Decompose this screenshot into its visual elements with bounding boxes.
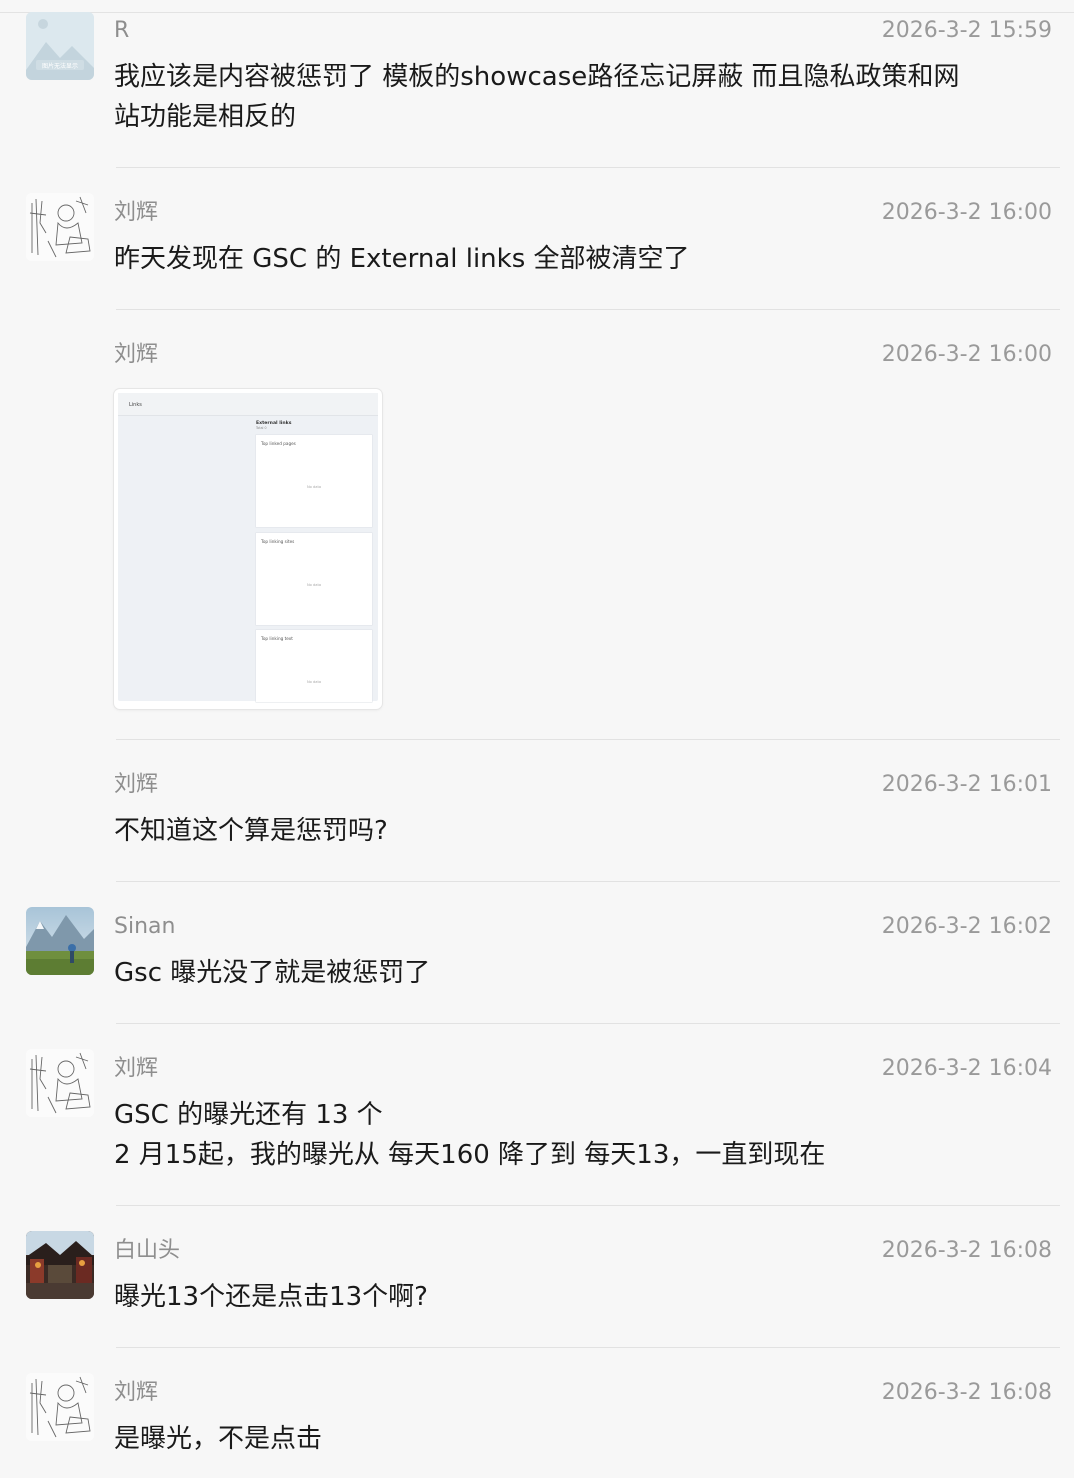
message-divider — [116, 167, 1060, 168]
avatar[interactable] — [26, 907, 94, 975]
message-divider — [116, 1347, 1060, 1348]
sender-name[interactable]: 刘辉 — [114, 199, 158, 227]
message-divider — [116, 881, 1060, 882]
avatar-caption: 图片无法显示 — [42, 62, 78, 70]
data-card: Top linked pages No data — [256, 435, 372, 527]
avatar[interactable] — [26, 193, 94, 261]
message-divider — [116, 739, 1060, 740]
message-text: 昨天发现在 GSC 的 External links 全部被清空了 — [114, 244, 690, 274]
timestamp: 2026-3-2 16:00 — [881, 200, 1052, 225]
message-text: Gsc 曝光没了就是被惩罚了 — [114, 958, 431, 988]
message-text: 我应该是内容被惩罚了 模板的showcase路径忘记屏蔽 而且隐私政策和网 站功… — [114, 62, 960, 132]
sketch-avatar-icon — [26, 1373, 94, 1441]
message-text: 曝光13个还是点击13个啊? — [114, 1282, 428, 1312]
timestamp: 2026-3-2 16:08 — [881, 1380, 1052, 1405]
message-divider — [116, 1023, 1060, 1024]
data-card: Top linking sites No data — [256, 533, 372, 625]
message-text: 是曝光，不是点击 — [114, 1424, 323, 1454]
sender-name[interactable]: 刘辉 — [114, 341, 158, 369]
screenshot-content: Links External links Total 0 Top linked … — [118, 393, 378, 702]
message-divider — [116, 1205, 1060, 1206]
avatar[interactable]: 图片无法显示 — [26, 12, 94, 80]
message-text: GSC 的曝光还有 13 个 2 月15起，我的曝光从 每天160 降了到 每天… — [114, 1100, 826, 1170]
timestamp: 2026-3-2 15:59 — [881, 18, 1052, 43]
sender-name[interactable]: 刘辉 — [114, 1379, 158, 1407]
top-divider — [0, 12, 1074, 13]
avatar[interactable] — [26, 1373, 94, 1441]
timestamp: 2026-3-2 16:00 — [881, 342, 1052, 367]
sketch-avatar-icon — [26, 193, 94, 261]
mountain-photo-icon — [26, 907, 94, 975]
timestamp: 2026-3-2 16:08 — [881, 1238, 1052, 1263]
avatar[interactable] — [26, 1231, 94, 1299]
screenshot-header: Links — [118, 393, 378, 416]
sender-name[interactable]: Sinan — [114, 913, 175, 941]
sender-name[interactable]: 刘辉 — [114, 771, 158, 799]
avatar[interactable] — [26, 1049, 94, 1117]
timestamp: 2026-3-2 16:02 — [881, 914, 1052, 939]
sender-name[interactable]: R — [114, 17, 129, 45]
external-links-heading: External links Total 0 — [256, 421, 292, 430]
sender-name[interactable]: 刘辉 — [114, 1055, 158, 1083]
timestamp: 2026-3-2 16:04 — [881, 1056, 1052, 1081]
sender-name[interactable]: 白山头 — [114, 1237, 180, 1265]
image-attachment[interactable]: Links External links Total 0 Top linked … — [114, 389, 382, 709]
message-text: 不知道这个算是惩罚吗? — [114, 816, 388, 846]
town-painting-icon — [26, 1231, 94, 1299]
mountain-placeholder-icon: 图片无法显示 — [26, 12, 94, 80]
message-divider — [116, 309, 1060, 310]
data-card: Top linking text No data — [256, 630, 372, 702]
sketch-avatar-icon — [26, 1049, 94, 1117]
timestamp: 2026-3-2 16:01 — [881, 772, 1052, 797]
